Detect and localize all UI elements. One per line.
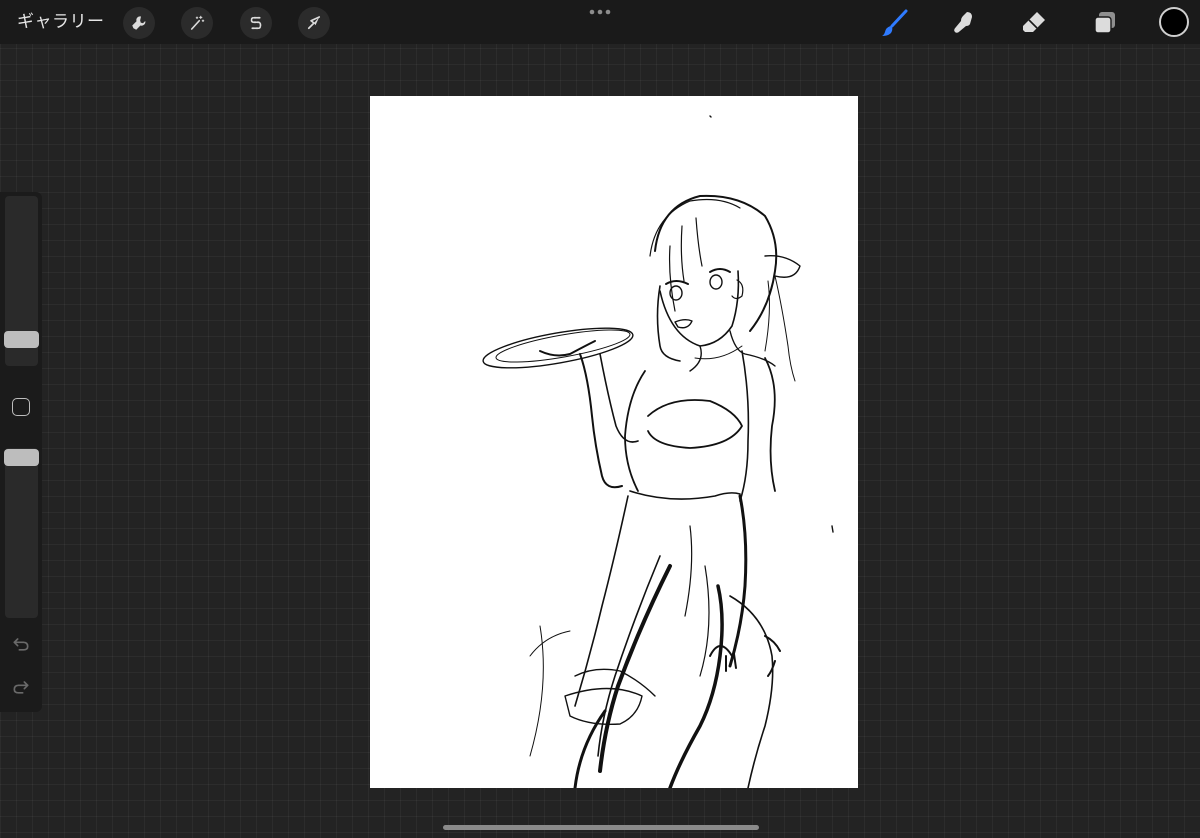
opacity-slider[interactable]	[5, 448, 38, 618]
arrow-cursor-icon	[307, 16, 321, 30]
top-toolbar: ギャラリー	[0, 0, 1200, 44]
actions-button[interactable]	[123, 7, 155, 39]
magic-wand-icon	[190, 15, 205, 30]
procreate-app: ギャラリー	[0, 0, 1200, 838]
opacity-slider-thumb[interactable]	[4, 449, 39, 466]
eraser-icon	[1023, 12, 1045, 32]
redo-icon	[13, 681, 29, 694]
eraser-tool-button[interactable]	[1018, 7, 1050, 39]
selection-button[interactable]	[240, 7, 272, 39]
layers-button[interactable]	[1089, 7, 1121, 39]
sketch-artwork	[482, 115, 834, 788]
home-indicator[interactable]	[443, 825, 759, 830]
gallery-button[interactable]: ギャラリー	[17, 10, 105, 34]
drawing-canvas[interactable]	[370, 96, 858, 788]
undo-button[interactable]	[10, 633, 32, 655]
undo-icon	[13, 638, 29, 651]
adjustments-button[interactable]	[181, 7, 213, 39]
smudge-tool-button[interactable]	[948, 7, 980, 39]
smudge-icon	[954, 12, 972, 33]
color-picker-button[interactable]	[1159, 7, 1189, 37]
layers-icon	[1094, 12, 1115, 34]
transform-button[interactable]	[298, 7, 330, 39]
wrench-icon	[132, 16, 146, 30]
more-options-icon[interactable]	[588, 5, 612, 19]
redo-button[interactable]	[10, 676, 32, 698]
modify-button[interactable]	[12, 398, 30, 416]
paint-tool-button[interactable]	[879, 7, 911, 39]
brush-size-slider-thumb[interactable]	[4, 331, 39, 348]
brush-icon	[882, 9, 908, 36]
selection-s-icon	[250, 16, 262, 30]
left-sidebar	[0, 192, 42, 712]
